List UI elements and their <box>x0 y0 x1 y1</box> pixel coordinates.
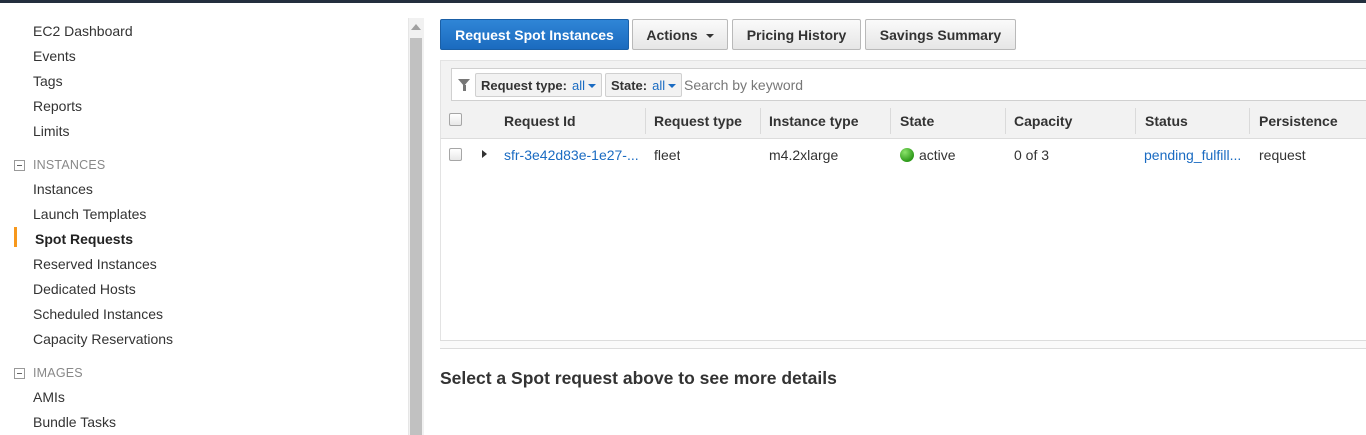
collapse-icon[interactable] <box>14 367 25 379</box>
select-all-checkbox[interactable] <box>449 113 462 126</box>
active-indicator <box>14 227 17 247</box>
column-header-persistence[interactable]: Persistence <box>1259 113 1338 129</box>
column-separator[interactable] <box>890 108 891 134</box>
panel-splitter[interactable] <box>440 340 1366 349</box>
section-instances-heading: INSTANCES <box>33 158 106 172</box>
sidebar-scrollbar-thumb[interactable] <box>410 38 422 435</box>
expand-row-icon[interactable] <box>482 150 487 158</box>
cell-status[interactable]: pending_fulfill... <box>1144 147 1241 163</box>
sidebar-item-reserved-instances[interactable]: Reserved Instances <box>33 255 157 273</box>
request-type-filter-label: Request type: <box>481 77 567 93</box>
column-separator[interactable] <box>1249 108 1250 134</box>
scroll-up-arrow-icon[interactable] <box>411 24 421 30</box>
actions-button[interactable]: Actions <box>632 19 728 50</box>
column-header-state[interactable]: State <box>900 113 934 129</box>
section-instances[interactable]: INSTANCES <box>14 158 105 172</box>
column-header-request-type[interactable]: Request type <box>654 113 742 129</box>
column-separator[interactable] <box>645 108 646 134</box>
state-filter-value: all <box>652 77 666 93</box>
sidebar-item-ec2-dashboard[interactable]: EC2 Dashboard <box>33 22 133 40</box>
column-separator[interactable] <box>760 108 761 134</box>
sidebar-item-amis[interactable]: AMIs <box>33 388 65 406</box>
sidebar-item-reports[interactable]: Reports <box>33 97 82 115</box>
request-type-filter-value: all <box>571 77 585 93</box>
sidebar-item-events[interactable]: Events <box>33 47 76 65</box>
row-checkbox[interactable] <box>449 148 462 161</box>
request-type-filter[interactable]: Request type: all <box>475 73 602 97</box>
chevron-down-icon <box>668 84 677 88</box>
section-images[interactable]: IMAGES <box>14 366 83 380</box>
column-header-status[interactable]: Status <box>1145 113 1188 129</box>
search-input[interactable] <box>684 75 1284 95</box>
cell-capacity: 0 of 3 <box>1014 147 1050 163</box>
pricing-history-button[interactable]: Pricing History <box>732 19 861 50</box>
cell-persistence: request <box>1259 147 1306 163</box>
filter-icon-stem <box>463 85 466 91</box>
sidebar-item-scheduled-instances[interactable]: Scheduled Instances <box>33 305 163 323</box>
sidebar-item-instances[interactable]: Instances <box>33 180 93 198</box>
state-filter[interactable]: State: all <box>605 73 683 97</box>
sidebar-item-tags[interactable]: Tags <box>33 72 63 90</box>
table-body <box>440 139 1366 340</box>
sidebar-item-launch-templates[interactable]: Launch Templates <box>33 205 146 223</box>
chevron-down-icon <box>587 84 596 88</box>
chevron-down-icon <box>705 33 714 38</box>
sidebar-item-spot-requests[interactable]: Spot Requests <box>35 230 133 248</box>
collapse-icon[interactable] <box>14 159 25 171</box>
details-placeholder: Select a Spot request above to see more … <box>440 368 837 388</box>
column-header-capacity[interactable]: Capacity <box>1014 113 1072 129</box>
column-separator[interactable] <box>1005 108 1006 134</box>
savings-summary-button[interactable]: Savings Summary <box>865 19 1016 50</box>
actions-button-label: Actions <box>646 26 698 43</box>
sidebar-item-limits[interactable]: Limits <box>33 122 70 140</box>
cell-request-type: fleet <box>654 147 681 163</box>
request-spot-instances-button[interactable]: Request Spot Instances <box>440 19 629 50</box>
column-separator[interactable] <box>1135 108 1136 134</box>
section-images-heading: IMAGES <box>33 366 83 380</box>
sidebar: EC2 Dashboard Events Tags Reports Limits… <box>0 3 408 435</box>
column-header-request-id[interactable]: Request Id <box>504 113 576 129</box>
column-header-instance-type[interactable]: Instance type <box>769 113 858 129</box>
sidebar-item-dedicated-hosts[interactable]: Dedicated Hosts <box>33 280 136 298</box>
cell-state: active <box>919 147 956 163</box>
cell-request-id[interactable]: sfr-3e42d83e-1e27-... <box>504 147 639 163</box>
state-filter-label: State: <box>611 77 648 93</box>
status-active-icon <box>900 148 914 162</box>
sidebar-item-capacity-reservations[interactable]: Capacity Reservations <box>33 330 173 348</box>
sidebar-item-bundle-tasks[interactable]: Bundle Tasks <box>33 413 116 431</box>
cell-instance-type: m4.2xlarge <box>769 147 839 163</box>
